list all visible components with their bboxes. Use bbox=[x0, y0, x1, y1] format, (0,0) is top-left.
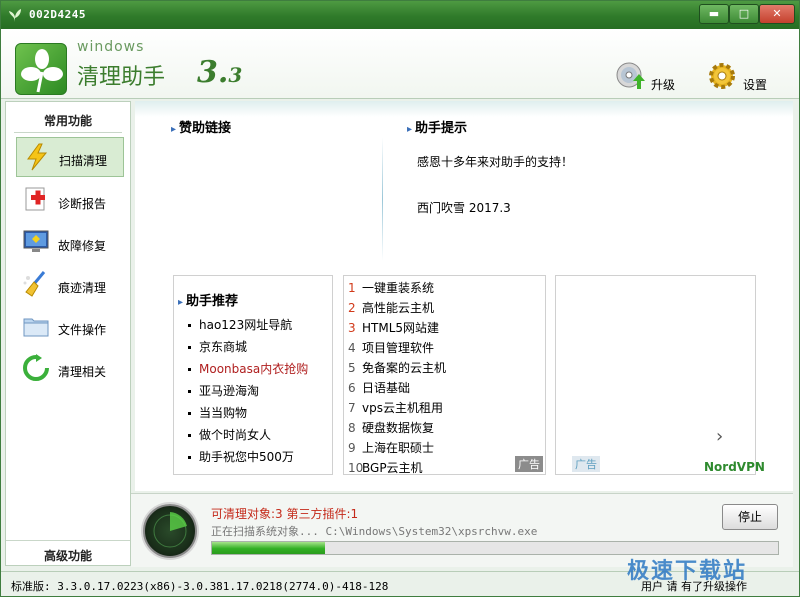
sidebar-divider bbox=[14, 132, 122, 133]
leaf-app-icon bbox=[9, 9, 21, 22]
ad-list-item[interactable]: 8 硬盘数据恢复 bbox=[348, 419, 434, 436]
sponsor-links-title: ▸ 赞助链接 bbox=[171, 121, 232, 136]
ad-brand-label[interactable]: NordVPN bbox=[704, 460, 765, 474]
close-button[interactable]: ✕ bbox=[759, 4, 795, 24]
brand-version: 3.3 bbox=[197, 55, 243, 90]
ad-badge: 广告 bbox=[572, 456, 600, 472]
sidebar-item-label: 故障修复 bbox=[58, 239, 107, 253]
app-window: 002D4245 ▬ □ ✕ windows 清理助手 3.3 升级 设置 常用… bbox=[0, 0, 800, 597]
recommend-title: ▸ 助手推荐 bbox=[178, 294, 239, 309]
assistant-tips-title: ▸ 助手提示 bbox=[407, 121, 468, 136]
main-panel: ▸ 赞助链接 ▸ 助手提示 感恩十多年来对助手的支持！ 西门吹雪 2017.3 ▸ 助… bbox=[135, 101, 793, 491]
ad-list-item[interactable]: 5 免备案的云主机 bbox=[348, 359, 446, 376]
gear-icon bbox=[709, 63, 735, 89]
title-bar[interactable]: 002D4245 ▬ □ ✕ bbox=[1, 1, 799, 29]
monitor-repair-icon bbox=[23, 230, 49, 252]
sidebar-item-label: 扫描清理 bbox=[59, 154, 108, 168]
scan-status-text: 可清理对象:3 第三方插件:1 bbox=[211, 507, 359, 521]
brand-name: 清理助手 bbox=[77, 65, 166, 90]
sidebar-item-label: 诊断报告 bbox=[58, 197, 107, 211]
medical-report-icon bbox=[25, 187, 45, 211]
ad-list-item[interactable]: 3 HTML5网站建 bbox=[348, 319, 439, 336]
sidebar-item-fault-repair[interactable]: 故障修复 bbox=[16, 223, 124, 263]
ad-badge: 广告 bbox=[515, 456, 543, 472]
section-divider bbox=[382, 137, 383, 261]
sidebar-item-diagnosis-report[interactable]: 诊断报告 bbox=[16, 181, 124, 221]
stop-button[interactable]: 停止 bbox=[722, 504, 778, 530]
app-header: windows 清理助手 3.3 升级 设置 bbox=[1, 29, 799, 99]
chevron-right-icon[interactable]: › bbox=[716, 426, 723, 447]
minimize-button[interactable]: ▬ bbox=[699, 4, 729, 24]
refresh-icon bbox=[23, 354, 49, 381]
upgrade-label: 升级 bbox=[651, 78, 676, 92]
lightning-icon bbox=[27, 143, 48, 171]
ad-list-item[interactable]: 2 高性能云主机 bbox=[348, 299, 434, 316]
sidebar-item-label: 文件操作 bbox=[58, 323, 107, 337]
window-title: 002D4245 bbox=[29, 8, 86, 21]
maximize-button[interactable]: □ bbox=[729, 4, 759, 24]
version-info: 标准版: 3.3.0.17.0223(x86)-3.0.381.17.0218(… bbox=[11, 580, 389, 593]
recommend-link[interactable]: 亚马逊海淘 bbox=[188, 382, 259, 399]
recommend-link[interactable]: hao123网址导航 bbox=[188, 316, 292, 333]
ad-list-item[interactable]: 10BGP云主机 bbox=[348, 459, 423, 476]
sidebar-item-label: 清理相关 bbox=[58, 365, 107, 379]
advanced-functions-heading[interactable]: 高级功能 bbox=[6, 540, 130, 564]
upgrade-button[interactable]: 升级 bbox=[615, 61, 685, 93]
watermark-text: 极速下载站 bbox=[627, 559, 748, 584]
sidebar-item-scan-clean[interactable]: 扫描清理 bbox=[16, 137, 124, 177]
settings-label: 设置 bbox=[743, 78, 768, 92]
recommend-link[interactable]: 助手祝您中500万 bbox=[188, 448, 294, 465]
ad-banner-box[interactable]: › NordVPN 广告 bbox=[555, 275, 765, 475]
sidebar-item-trace-clean[interactable]: 痕迹清理 bbox=[16, 265, 124, 305]
recommend-link[interactable]: 做个时尚女人 bbox=[188, 426, 271, 443]
ad-list-item[interactable]: 1 一键重装系统 bbox=[348, 279, 434, 296]
ad-list-item[interactable]: 9 上海在职硕士 bbox=[348, 439, 434, 456]
clover-logo-icon bbox=[15, 43, 67, 95]
ad-list-item[interactable]: 6 日语基础 bbox=[348, 379, 410, 396]
recommend-box: ▸ 助手推荐 hao123网址导航 京东商城 Moonbasa内衣抢购 亚马逊海淘… bbox=[173, 275, 333, 475]
sidebar-item-file-operations[interactable]: 文件操作 bbox=[16, 307, 124, 347]
sidebar: 常用功能 扫描清理 诊断报告 故障修复 痕迹清理 文件操作 清理相关 高级功能 bbox=[5, 101, 131, 566]
sidebar-item-label: 痕迹清理 bbox=[58, 281, 107, 295]
arrow-icon: ▸ bbox=[407, 124, 413, 135]
arrow-icon: ▸ bbox=[178, 297, 184, 308]
broom-icon bbox=[23, 271, 46, 297]
progress-fill bbox=[212, 542, 326, 554]
folder-icon bbox=[23, 318, 49, 337]
radar-scan-icon bbox=[143, 504, 197, 558]
settings-button[interactable]: 设置 bbox=[707, 61, 777, 93]
arrow-icon: ▸ bbox=[171, 124, 177, 135]
top-band bbox=[135, 101, 793, 117]
brand-windows-label: windows bbox=[77, 39, 145, 55]
upgrade-disc-icon bbox=[616, 62, 645, 89]
sidebar-item-clean-related[interactable]: 清理相关 bbox=[16, 349, 124, 389]
watermark: 极速下载站 bbox=[617, 549, 797, 595]
common-functions-heading: 常用功能 bbox=[43, 114, 92, 128]
recommend-link[interactable]: Moonbasa内衣抢购 bbox=[188, 360, 308, 377]
tips-text-line: 感恩十多年来对助手的支持！ bbox=[417, 155, 574, 169]
recommend-link[interactable]: 当当购物 bbox=[188, 404, 247, 421]
ad-list-box: 1 一键重装系统 2 高性能云主机 3 HTML5网站建 4 项目管理软件 5 免备案的云… bbox=[343, 275, 546, 475]
tips-signature: 西门吹雪 2017.3 bbox=[417, 201, 511, 215]
ad-list-item[interactable]: 4 项目管理软件 bbox=[348, 339, 434, 356]
scan-path-text: 正在扫描系统对象... C:\Windows\System32\xpsrchvw… bbox=[211, 525, 538, 538]
recommend-link[interactable]: 京东商城 bbox=[188, 338, 247, 355]
ad-list-item[interactable]: 7 vps云主机租用 bbox=[348, 399, 443, 416]
